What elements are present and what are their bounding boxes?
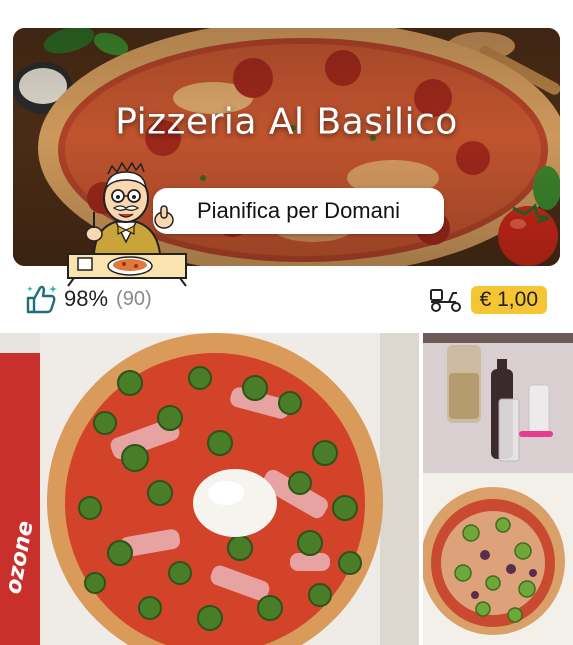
photo-pizza-box[interactable]: ozone — [0, 333, 419, 645]
photo-table-pizza[interactable] — [423, 333, 573, 645]
pizza-box-image: ozone — [0, 333, 419, 645]
delivery-info: € 1,00 — [429, 285, 547, 315]
chef-mascot-icon — [67, 161, 187, 287]
rating-row: 98% (90) — [24, 283, 152, 315]
rating-count: (90) — [116, 287, 152, 310]
scooter-icon — [429, 289, 461, 312]
thumbs-up-icon — [26, 285, 57, 314]
table-pizza-image — [423, 333, 573, 645]
restaurant-name: Pizzeria Al Basilico — [115, 101, 458, 143]
plan-for-tomorrow-button[interactable]: Pianifica per Domani — [153, 188, 444, 234]
rating-percent: 98% — [64, 286, 109, 311]
delivery-price-badge: € 1,00 — [470, 286, 547, 314]
